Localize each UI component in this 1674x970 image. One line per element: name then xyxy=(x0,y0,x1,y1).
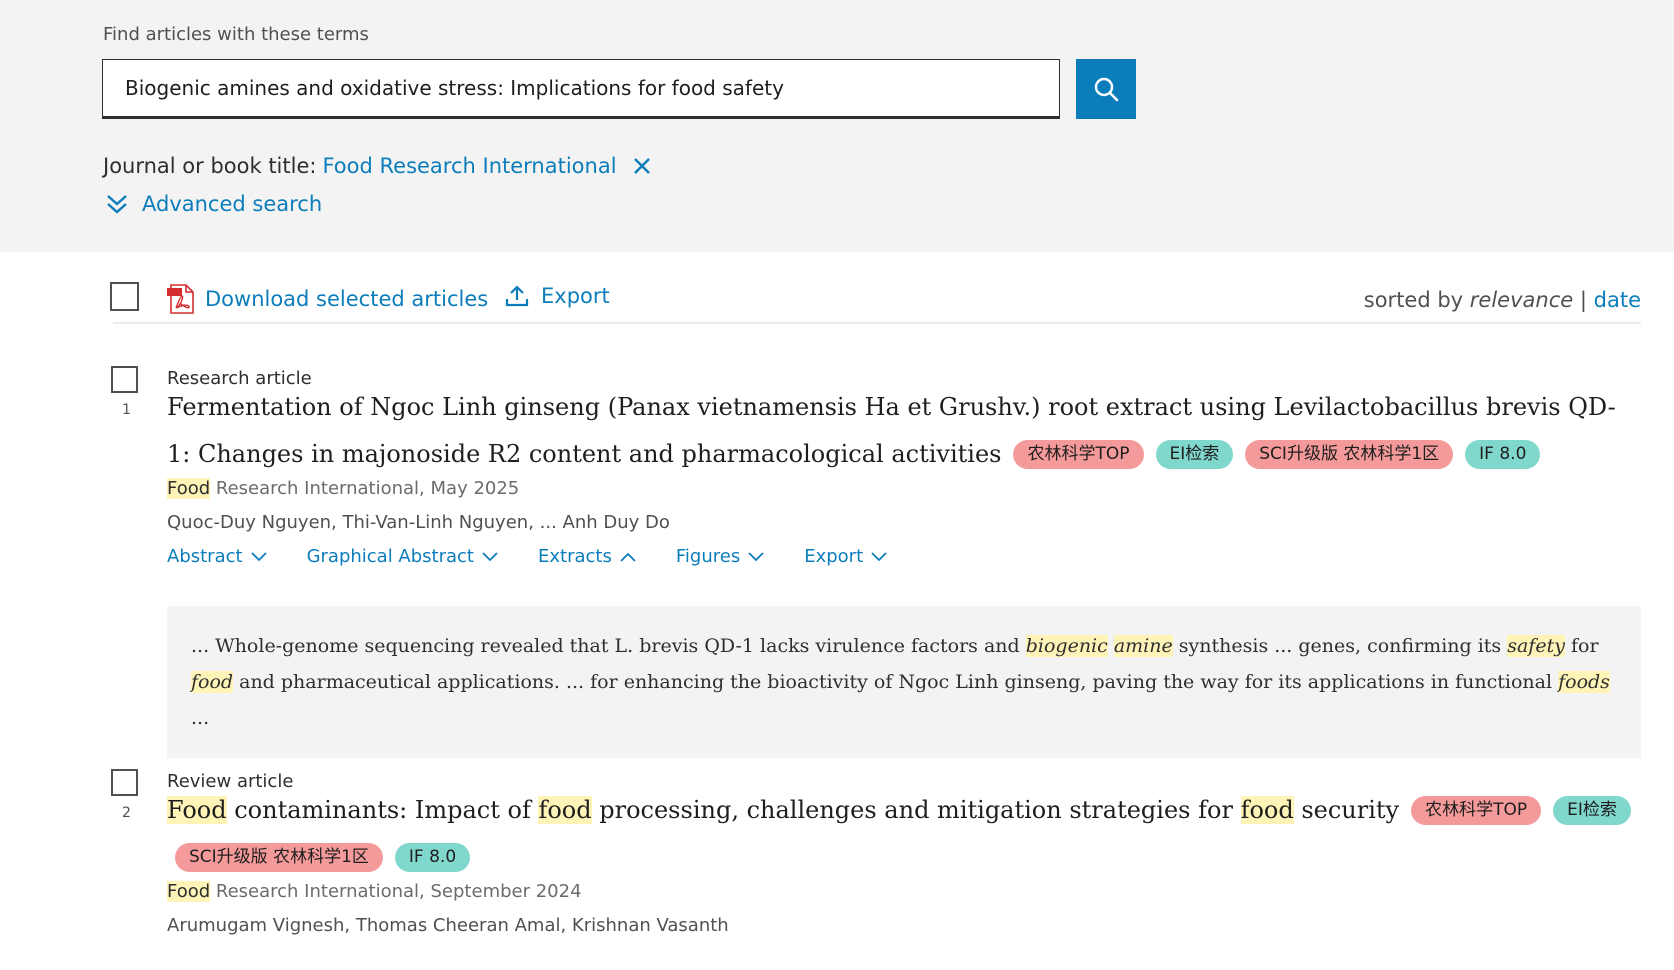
article-title-block: Food contaminants: Impact of food proces… xyxy=(167,787,1637,881)
pdf-icon xyxy=(167,284,194,314)
search-button[interactable] xyxy=(1076,59,1136,119)
tab-extracts[interactable]: Extracts xyxy=(538,546,636,567)
badge-ei: EI检索 xyxy=(1553,796,1631,825)
search-label: Find articles with these terms xyxy=(103,24,369,45)
sort-date-link[interactable]: date xyxy=(1594,288,1641,312)
download-selected-button[interactable]: Download selected articles xyxy=(167,284,488,314)
remove-filter-button[interactable] xyxy=(633,157,651,175)
tab-export[interactable]: Export xyxy=(804,546,887,567)
result-checkbox[interactable] xyxy=(111,366,138,393)
advanced-search-label: Advanced search xyxy=(142,192,323,216)
extract-text: ... xyxy=(191,707,210,729)
result-checkbox[interactable] xyxy=(111,769,138,796)
tab-abstract[interactable]: Abstract xyxy=(167,546,267,567)
extract-text xyxy=(1108,635,1114,657)
upload-icon xyxy=(505,285,529,307)
extract-panel: ... Whole-genome sequencing revealed tha… xyxy=(167,606,1641,758)
double-chevron-down-icon xyxy=(107,195,127,214)
export-label: Export xyxy=(541,284,610,308)
filter-value: Food Research International xyxy=(322,154,617,178)
search-panel: Find articles with these terms Journal o… xyxy=(0,0,1674,252)
badge-sci: SCI升级版 农林科学1区 xyxy=(175,843,383,872)
article-source: Food Research International, May 2025 xyxy=(167,478,519,499)
extract-highlight: amine xyxy=(1113,635,1173,657)
title-text: security xyxy=(1293,796,1400,824)
title-text: contaminants: Impact of xyxy=(226,796,539,824)
export-button[interactable]: Export xyxy=(505,284,610,308)
advanced-search-link[interactable]: Advanced search xyxy=(106,192,322,216)
title-highlight: food xyxy=(538,796,592,824)
article-source: Food Research International, September 2… xyxy=(167,881,582,902)
extract-text: for xyxy=(1564,635,1599,657)
badge-if: IF 8.0 xyxy=(1465,440,1541,469)
extract-text: ... Whole-genome sequencing revealed tha… xyxy=(191,635,1026,657)
extract-text: synthesis ... genes, confirming its xyxy=(1172,635,1508,657)
tab-label: Extracts xyxy=(538,546,612,567)
extract-highlight: food xyxy=(191,671,234,693)
chevron-down-icon xyxy=(748,551,764,561)
chevron-up-icon xyxy=(620,552,636,562)
source-journal-highlight: Food xyxy=(167,881,211,902)
search-icon xyxy=(1094,77,1119,102)
extract-highlight: foods xyxy=(1558,671,1610,693)
article-title-link[interactable]: Food contaminants: Impact of food proces… xyxy=(167,796,1399,824)
title-highlight: Food xyxy=(167,796,227,824)
tab-label: Graphical Abstract xyxy=(306,546,474,567)
search-input[interactable] xyxy=(103,60,1059,116)
extract-highlight: safety xyxy=(1507,635,1565,657)
badge-if: IF 8.0 xyxy=(394,843,471,872)
tab-label: Export xyxy=(804,546,864,567)
journal-filter: Journal or book title: Food Research Int… xyxy=(103,154,651,178)
sort-control: sorted by relevance | date xyxy=(1364,288,1641,312)
results-toolbar: Download selected articles Export sorted… xyxy=(110,282,1641,324)
source-journal-highlight: Food xyxy=(167,478,211,499)
source-journal-rest: Research International, May 2025 xyxy=(210,478,520,499)
filter-label: Journal or book title: xyxy=(103,154,317,178)
badge-sci: SCI升级版 农林科学1区 xyxy=(1245,440,1454,469)
result-tabs: Abstract Graphical Abstract Extracts Fig… xyxy=(167,546,927,567)
select-all-checkbox[interactable] xyxy=(110,282,139,311)
title-text: processing, challenges and mitigation st… xyxy=(591,796,1241,824)
result-number: 1 xyxy=(122,402,131,418)
chevron-down-icon xyxy=(871,551,887,561)
sort-relevance: relevance xyxy=(1469,288,1574,312)
download-selected-label: Download selected articles xyxy=(205,287,489,311)
extract-highlight: biogenic xyxy=(1025,635,1108,657)
article-authors: Arumugam Vignesh, Thomas Cheeran Amal, K… xyxy=(167,915,729,936)
badge-top: 农林科学TOP xyxy=(1411,796,1542,825)
tab-graphical-abstract[interactable]: Graphical Abstract xyxy=(307,546,498,567)
badge-ei: EI检索 xyxy=(1155,440,1234,469)
title-highlight: food xyxy=(1240,796,1294,824)
source-journal-rest: Research International, September 2024 xyxy=(210,881,582,902)
chevron-down-icon xyxy=(250,551,267,561)
close-icon xyxy=(633,158,650,174)
tab-label: Abstract xyxy=(167,546,243,567)
badge-top: 农林科学TOP xyxy=(1013,440,1144,469)
tab-figures[interactable]: Figures xyxy=(676,546,764,567)
article-title-block: Fermentation of Ngoc Linh ginseng (Panax… xyxy=(167,384,1637,478)
extract-text: and pharmaceutical applications. ... for… xyxy=(233,671,1559,693)
search-box[interactable] xyxy=(102,59,1060,119)
article-authors: Quoc-Duy Nguyen, Thi-Van-Linh Nguyen, ..… xyxy=(167,512,670,533)
result-number: 2 xyxy=(122,805,131,821)
tab-label: Figures xyxy=(675,546,741,567)
chevron-down-icon xyxy=(482,551,498,561)
sorted-by-label: sorted by xyxy=(1363,288,1464,312)
sort-separator: | xyxy=(1579,288,1587,312)
